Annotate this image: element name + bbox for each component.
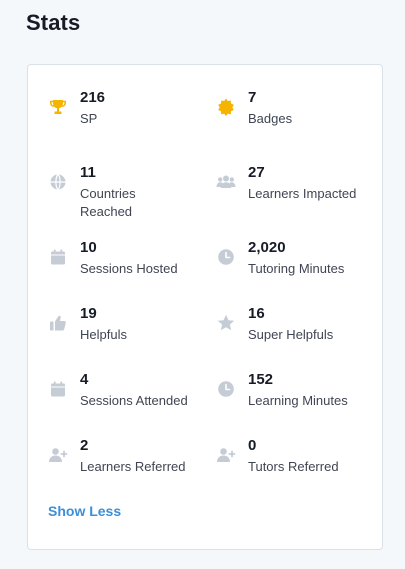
stat-value: 10: [80, 239, 97, 256]
trophy-icon: [48, 97, 68, 117]
people-icon: [216, 172, 236, 192]
stats-card: 216 SP 7 Badges 11 Countries Reached 27 …: [27, 64, 383, 550]
stat-label: Sessions Attended: [80, 393, 188, 408]
stat-label: Super Helpfuls: [248, 327, 334, 342]
stat-label: Helpfuls: [80, 327, 127, 342]
globe-icon: [48, 172, 68, 192]
stat-value: 11: [80, 164, 96, 181]
stat-value: 2: [80, 437, 89, 454]
stat-label: Learners Impacted: [248, 186, 357, 201]
thumbs-up-icon: [48, 313, 68, 333]
stat-label: Learning Minutes: [248, 393, 348, 408]
stat-label: SP: [80, 111, 98, 126]
add-user-icon: [48, 445, 68, 465]
stat-value: 0: [248, 437, 257, 454]
calendar-icon: [48, 379, 68, 399]
stat-value: 19: [80, 305, 97, 322]
stat-value: 216: [80, 89, 106, 106]
stat-value: 27: [248, 164, 265, 181]
calendar-icon: [48, 247, 68, 267]
stat-label: Sessions Hosted: [80, 261, 178, 276]
clock-icon: [216, 247, 236, 267]
clock-icon: [216, 379, 236, 399]
badge-icon: [216, 97, 236, 117]
page-title: Stats: [26, 10, 81, 35]
show-less-link[interactable]: Show Less: [48, 503, 121, 519]
stat-value: 152: [248, 371, 274, 388]
add-user-icon: [216, 445, 236, 465]
star-icon: [216, 313, 236, 333]
stat-label: Tutors Referred: [248, 459, 339, 474]
stat-value: 16: [248, 305, 265, 322]
stat-value: 7: [248, 89, 257, 106]
stat-label: Tutoring Minutes: [248, 261, 345, 276]
stat-value: 4: [80, 371, 89, 388]
stat-value: 2,020: [248, 239, 286, 256]
stat-label: Learners Referred: [80, 459, 186, 474]
stat-label: Countries Reached: [80, 186, 136, 219]
stat-label: Badges: [248, 111, 293, 126]
